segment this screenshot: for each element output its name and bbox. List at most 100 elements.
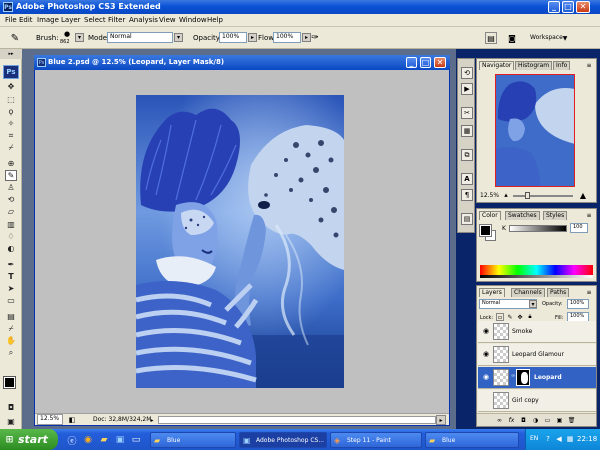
magic-wand-tool-icon[interactable]: ✧ <box>5 118 17 129</box>
visibility-eye-icon[interactable] <box>481 396 491 405</box>
menu-help[interactable]: Help <box>207 17 223 24</box>
link-layers-icon[interactable]: ∞ <box>495 416 504 425</box>
layer-row-girl-copy[interactable]: Girl copy <box>478 390 596 412</box>
opacity-field[interactable]: 100% <box>219 32 247 43</box>
doc-minimize-button[interactable]: _ <box>406 57 417 68</box>
clone-stamp-tool-icon[interactable]: ♙ <box>5 182 17 193</box>
layer-style-icon[interactable]: fx <box>507 416 516 425</box>
layers-menu-icon[interactable]: ≡ <box>585 289 593 296</box>
tab-info[interactable]: Info <box>553 61 571 70</box>
adjustment-layer-icon[interactable]: ◑ <box>531 416 540 425</box>
tab-color[interactable]: Color <box>479 211 501 220</box>
zoom-tool-icon[interactable]: ⌕ <box>5 347 17 358</box>
quick-launch-firefox-icon[interactable]: ◉ <box>82 434 94 446</box>
zoom-in-icon[interactable]: ▲ <box>577 190 589 200</box>
layer-row-leopard-glamour[interactable]: ◉ Leopard Glamour <box>478 344 596 366</box>
character-panel-icon[interactable]: A <box>461 173 473 185</box>
mask-link-icon[interactable]: ∞ <box>511 373 515 382</box>
menu-filter[interactable]: Filter <box>108 17 125 24</box>
visibility-eye-icon[interactable]: ◉ <box>481 373 491 382</box>
menu-file[interactable]: File <box>5 17 17 24</box>
eraser-tool-icon[interactable]: ▱ <box>5 206 17 217</box>
close-button[interactable]: ✕ <box>576 1 590 13</box>
taskbar-button-blue[interactable]: ▰ Blue <box>150 432 236 448</box>
tools-grip-icon[interactable]: ▸▸ <box>0 49 22 59</box>
brush-dropdown-icon[interactable]: ▾ <box>75 33 84 42</box>
color-spectrum-bar[interactable] <box>480 265 593 275</box>
minimize-button[interactable]: _ <box>548 1 560 13</box>
taskbar-button-blue-2[interactable]: ▰ Blue <box>425 432 519 448</box>
gradient-tool-icon[interactable]: ▥ <box>5 219 17 230</box>
tab-channels[interactable]: Channels <box>511 288 545 297</box>
actions-panel-icon[interactable]: ▶ <box>461 83 473 95</box>
tab-layers[interactable]: Layers <box>479 288 505 297</box>
path-selection-tool-icon[interactable]: ➤ <box>5 283 17 294</box>
paragraph-panel-icon[interactable]: ¶ <box>461 189 473 201</box>
lock-position-icon[interactable]: ✥ <box>516 313 524 321</box>
file-browser-icon[interactable]: ▤ <box>485 32 497 44</box>
channel-value-field[interactable]: 100 <box>570 223 588 233</box>
menu-analysis[interactable]: Analysis <box>129 17 158 24</box>
camera-icon[interactable]: ◙ <box>505 32 519 44</box>
crop-tool-icon[interactable]: ⌗ <box>5 130 17 141</box>
layer-row-smoke[interactable]: ◉ Smoke <box>478 321 596 343</box>
history-panel-icon[interactable]: ⟲ <box>461 67 473 79</box>
blend-mode-dropdown-icon[interactable]: ▾ <box>529 300 537 308</box>
delete-layer-icon[interactable]: 🗑︎ <box>567 416 576 425</box>
channel-slider[interactable] <box>509 225 567 232</box>
menu-select[interactable]: Select <box>84 17 106 24</box>
screen-mode-icon[interactable]: ▣ <box>5 416 17 427</box>
layer-opacity-field[interactable]: 100% <box>567 299 589 309</box>
hand-tool-icon[interactable]: ✋ <box>5 335 17 346</box>
add-mask-icon[interactable]: ◘ <box>519 416 528 425</box>
brush-tool-icon[interactable]: ✎ <box>8 31 22 45</box>
pen-tool-icon[interactable]: ✒ <box>5 259 17 270</box>
lasso-tool-icon[interactable]: ϙ <box>5 106 17 117</box>
quick-launch-desktop-icon[interactable]: ▭ <box>130 434 142 446</box>
doc-maximize-button[interactable]: □ <box>420 57 431 68</box>
zoom-slider[interactable] <box>513 195 573 197</box>
quick-launch-ie-icon[interactable]: ⓔ <box>66 434 78 447</box>
tool-presets-icon[interactable]: ✂ <box>461 107 473 119</box>
zoom-field[interactable]: 12.5% <box>37 414 63 425</box>
zoom-out-icon[interactable]: ▴ <box>501 190 511 200</box>
status-arrow-icon[interactable]: ▸ <box>148 415 156 425</box>
opacity-dropdown-icon[interactable]: ▸ <box>248 33 257 42</box>
horizontal-scrollbar[interactable] <box>158 416 436 424</box>
tab-paths[interactable]: Paths <box>547 288 570 297</box>
new-layer-icon[interactable]: ▣ <box>555 416 564 425</box>
visibility-eye-icon[interactable]: ◉ <box>481 327 491 336</box>
type-tool-icon[interactable]: T <box>5 271 17 282</box>
lock-transparent-icon[interactable]: ▫ <box>496 313 504 321</box>
scroll-right-icon[interactable]: ▸ <box>436 415 446 425</box>
menu-image[interactable]: Image <box>37 17 59 24</box>
eyedropper-sample-tool-icon[interactable]: ⌿ <box>5 323 17 334</box>
menu-layer[interactable]: Layer <box>61 17 81 24</box>
layer-mask-thumbnail[interactable] <box>516 369 530 386</box>
new-group-icon[interactable]: ▭ <box>543 416 552 425</box>
language-indicator[interactable]: EN <box>530 436 538 442</box>
foreground-color-swatch[interactable] <box>3 376 16 389</box>
menu-view[interactable]: View <box>159 17 176 24</box>
network-icon[interactable]: ▦ <box>565 434 575 444</box>
airbrush-icon[interactable]: ✑ <box>308 31 322 45</box>
lock-all-icon[interactable]: 🔒︎ <box>526 313 534 321</box>
grayscale-ramp[interactable] <box>480 275 593 278</box>
quick-launch-photoshop-icon[interactable]: ▣ <box>114 434 126 446</box>
healing-brush-tool-icon[interactable]: ⊕ <box>5 158 17 169</box>
start-button[interactable]: ⊞ start <box>0 429 58 450</box>
tab-swatches[interactable]: Swatches <box>505 211 540 220</box>
menu-edit[interactable]: Edit <box>19 17 33 24</box>
taskbar-button-photoshop[interactable]: ▣ Adobe Photoshop CS... <box>239 432 327 448</box>
canvas-image[interactable] <box>136 95 344 388</box>
tab-styles[interactable]: Styles <box>543 211 568 220</box>
color-menu-icon[interactable]: ≡ <box>585 212 593 219</box>
shape-tool-icon[interactable]: ▭ <box>5 295 17 306</box>
volume-icon[interactable]: ◀ <box>554 434 564 444</box>
history-brush-tool-icon[interactable]: ⟲ <box>5 194 17 205</box>
maximize-button[interactable]: □ <box>562 1 574 13</box>
visibility-eye-icon[interactable]: ◉ <box>481 350 491 359</box>
navigator-menu-icon[interactable]: ≡ <box>585 62 593 69</box>
clone-source-icon[interactable]: ⧉ <box>461 149 473 161</box>
doc-close-button[interactable]: ✕ <box>434 57 446 68</box>
